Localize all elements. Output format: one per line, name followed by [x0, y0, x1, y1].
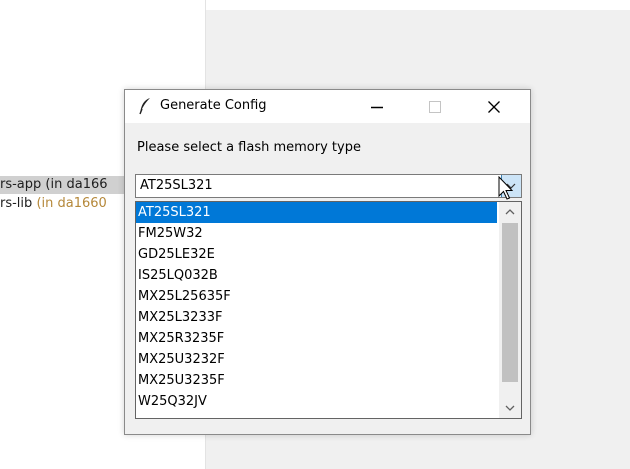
listbox-scrollbar[interactable] — [499, 202, 521, 418]
project-item-hint: (in da1660 — [36, 196, 107, 211]
dialog-title: Generate Config — [160, 98, 267, 113]
project-item-app[interactable]: rs-app (in da166 — [0, 176, 130, 194]
minimize-button[interactable] — [357, 90, 397, 123]
list-item[interactable]: FM25W32 — [136, 223, 497, 244]
close-button[interactable] — [474, 90, 514, 123]
prompt-label: Please select a flash memory type — [137, 140, 361, 155]
list-item[interactable]: MX25L3233F — [136, 307, 497, 328]
project-item-label: rs-lib — [0, 196, 33, 211]
close-icon — [488, 100, 500, 113]
combobox-value: AT25SL321 — [140, 178, 213, 193]
list-item[interactable]: IS25LQ032B — [136, 265, 497, 286]
mouse-cursor-icon — [498, 176, 514, 200]
maximize-icon — [429, 100, 441, 113]
list-item[interactable]: GD25LE32E — [136, 244, 497, 265]
feather-icon — [139, 98, 150, 115]
scroll-down-button[interactable] — [499, 399, 521, 417]
minimize-icon — [371, 106, 383, 108]
chevron-up-icon — [505, 209, 515, 215]
project-item-hint: (in da166 — [45, 177, 108, 192]
list-item[interactable]: AT25SL321 — [136, 202, 497, 223]
list-item[interactable]: MX25U3235F — [136, 370, 497, 391]
project-item-lib[interactable]: rs-lib (in da1660 — [0, 195, 107, 213]
list-item[interactable]: MX25U3232F — [136, 349, 497, 370]
project-item-label: rs-app — [0, 177, 42, 192]
chevron-down-icon — [505, 405, 515, 411]
scroll-up-button[interactable] — [499, 203, 521, 221]
title-bar[interactable]: Generate Config — [125, 90, 530, 123]
flash-type-listbox[interactable]: AT25SL321 FM25W32 GD25LE32E IS25LQ032B M… — [135, 201, 522, 419]
maximize-button[interactable] — [415, 90, 455, 123]
list-item[interactable]: MX25R3235F — [136, 328, 497, 349]
list-item[interactable]: W25Q32JV — [136, 391, 497, 412]
scrollbar-thumb[interactable] — [502, 223, 518, 382]
list-item[interactable]: MX25L25635F — [136, 286, 497, 307]
generate-config-dialog: Generate Config Please select a flash me… — [124, 89, 531, 435]
flash-type-combobox[interactable]: AT25SL321 — [135, 174, 522, 198]
